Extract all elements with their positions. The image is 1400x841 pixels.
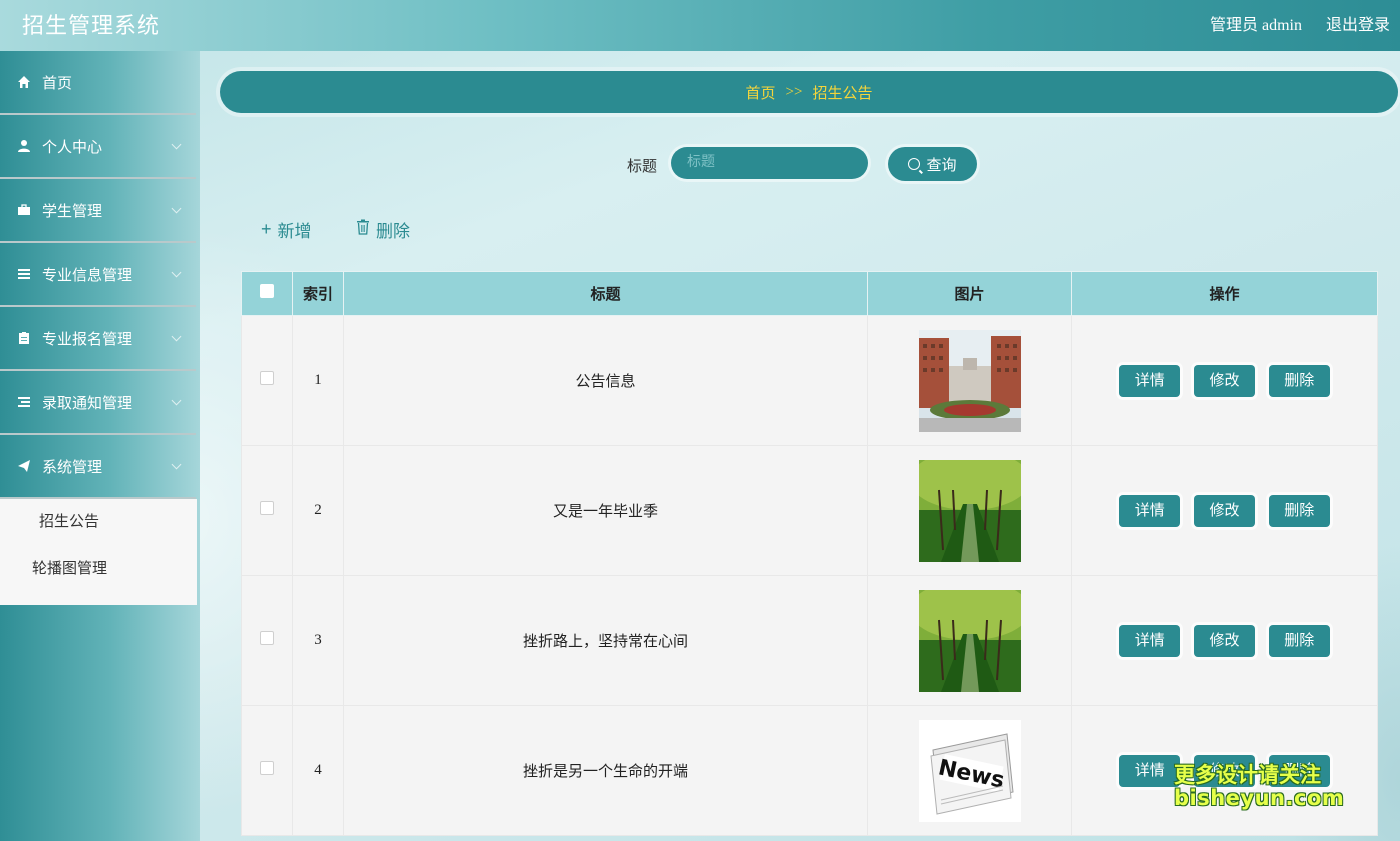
sidebar-item-student-management[interactable]: 学生管理 — [0, 179, 196, 243]
row-index: 1 — [292, 315, 344, 446]
detail-button[interactable]: 详情 — [1119, 494, 1181, 527]
plus-icon: + — [261, 219, 272, 239]
table-row: 3 挫折路上，坚持常在心间 详情 修改 删除 — [241, 575, 1378, 706]
chevron-down-icon — [171, 139, 182, 150]
user-icon — [16, 138, 32, 154]
logout-link[interactable]: 退出登录 — [1326, 17, 1390, 34]
row-title: 公告信息 — [343, 315, 868, 446]
row-checkbox[interactable] — [260, 371, 274, 385]
sidebar-item-label: 首页 — [42, 75, 73, 92]
sidebar-item-label: 专业报名管理 — [42, 331, 133, 348]
chevron-down-icon — [171, 395, 182, 406]
row-title: 又是一年毕业季 — [343, 445, 868, 576]
edit-button[interactable]: 修改 — [1194, 364, 1255, 397]
chevron-down-icon — [171, 459, 182, 470]
chevron-down-icon — [171, 331, 182, 342]
list-icon — [16, 266, 32, 282]
detail-button[interactable]: 详情 — [1119, 364, 1181, 397]
row-checkbox[interactable] — [260, 631, 274, 645]
newspaper-image: News — [918, 719, 1021, 822]
breadcrumb-home[interactable]: 首页 — [746, 82, 776, 103]
app-title: 招生管理系统 — [22, 13, 161, 38]
sidebar-item-label: 录取通知管理 — [42, 395, 133, 412]
batch-delete-button-label: 删除 — [376, 222, 410, 241]
delete-button[interactable]: 删除 — [1268, 364, 1330, 397]
list-indent-icon — [16, 394, 32, 410]
detail-button[interactable]: 详情 — [1119, 754, 1181, 787]
add-button[interactable]: + 新增 — [261, 217, 312, 242]
clipboard-icon — [16, 330, 32, 346]
row-checkbox[interactable] — [260, 761, 274, 775]
watermark-line1: 更多设计请关注 — [1174, 763, 1321, 787]
user-area: 管理员 admin 退出登录 — [1190, 11, 1390, 35]
search-button-label: 查询 — [926, 156, 957, 174]
sidebar-item-label: 学生管理 — [42, 203, 103, 220]
home-icon — [16, 74, 32, 90]
edit-button[interactable]: 修改 — [1194, 494, 1255, 527]
watermark: 更多设计请关注 bisheyun.com — [1174, 763, 1345, 811]
detail-button[interactable]: 详情 — [1119, 624, 1181, 657]
chevron-down-icon — [171, 203, 182, 214]
chevron-down-icon — [171, 267, 182, 278]
search-button[interactable]: 查询 — [888, 147, 977, 181]
announcement-table: 索引 标题 图片 操作 1 公告信息 详情 修改 删除 2 又是一年毕业季 详情… — [241, 271, 1378, 836]
sidebar-item-label: 个人中心 — [42, 139, 103, 156]
row-index: 4 — [292, 705, 344, 836]
tree-avenue-image — [918, 459, 1021, 562]
add-button-label: 新增 — [277, 222, 312, 241]
breadcrumb-current: 招生公告 — [812, 85, 873, 102]
table-header-row: 索引 标题 图片 操作 — [241, 271, 1378, 316]
row-index: 3 — [292, 575, 344, 706]
delete-button[interactable]: 删除 — [1268, 624, 1330, 657]
system-submenu: 招生公告 轮播图管理 — [0, 499, 197, 605]
breadcrumb-separator: >> — [785, 83, 803, 100]
column-header-image: 图片 — [867, 271, 1072, 316]
search-icon — [908, 158, 921, 170]
sidebar-item-admission-notice[interactable]: 录取通知管理 — [0, 371, 196, 435]
row-index: 2 — [292, 445, 344, 576]
sidebar-item-major-registration[interactable]: 专业报名管理 — [0, 307, 196, 371]
sidebar-item-personal-center[interactable]: 个人中心 — [0, 115, 196, 179]
table-row: 1 公告信息 详情 修改 删除 — [241, 315, 1378, 446]
row-title: 挫折是另一个生命的开端 — [343, 705, 868, 836]
row-title: 挫折路上，坚持常在心间 — [343, 575, 868, 706]
edit-button[interactable]: 修改 — [1194, 624, 1255, 657]
current-user-label: 管理员 admin — [1209, 17, 1302, 34]
tree-avenue-image — [918, 589, 1021, 692]
column-header-title: 标题 — [343, 271, 868, 316]
trash-icon — [356, 219, 370, 240]
submenu-item-admission-announcement[interactable]: 招生公告 — [0, 505, 197, 552]
row-checkbox[interactable] — [260, 501, 274, 515]
campus-building-image — [918, 329, 1021, 432]
batch-delete-button[interactable]: 删除 — [356, 217, 410, 242]
search-title-label: 标题 — [627, 159, 658, 175]
table-row: 2 又是一年毕业季 详情 修改 删除 — [241, 445, 1378, 576]
top-header: 招生管理系统 管理员 admin 退出登录 — [0, 0, 1400, 51]
sidebar-item-system-management[interactable]: 系统管理 — [0, 435, 196, 499]
watermark-line2: bisheyun.com — [1174, 786, 1345, 811]
search-title-input[interactable] — [671, 147, 868, 179]
sidebar-item-home[interactable]: 首页 — [0, 51, 196, 115]
column-header-index: 索引 — [292, 271, 344, 316]
submenu-item-carousel-management[interactable]: 轮播图管理 — [0, 552, 197, 599]
select-all-checkbox[interactable] — [260, 284, 274, 298]
sidebar-item-major-info[interactable]: 专业信息管理 — [0, 243, 196, 307]
select-all-cell — [241, 271, 293, 316]
sidebar: 首页 个人中心 学生管理 专业信息管理 专业报名管理 录取通知管理 系统管理 招… — [0, 51, 200, 841]
column-header-actions: 操作 — [1071, 271, 1378, 316]
briefcase-icon — [16, 202, 32, 218]
breadcrumb: 首页 >> 招生公告 — [220, 71, 1398, 113]
sidebar-item-label: 专业信息管理 — [42, 267, 133, 284]
delete-button[interactable]: 删除 — [1268, 494, 1330, 527]
sidebar-item-label: 系统管理 — [42, 459, 103, 476]
send-icon — [16, 458, 32, 474]
